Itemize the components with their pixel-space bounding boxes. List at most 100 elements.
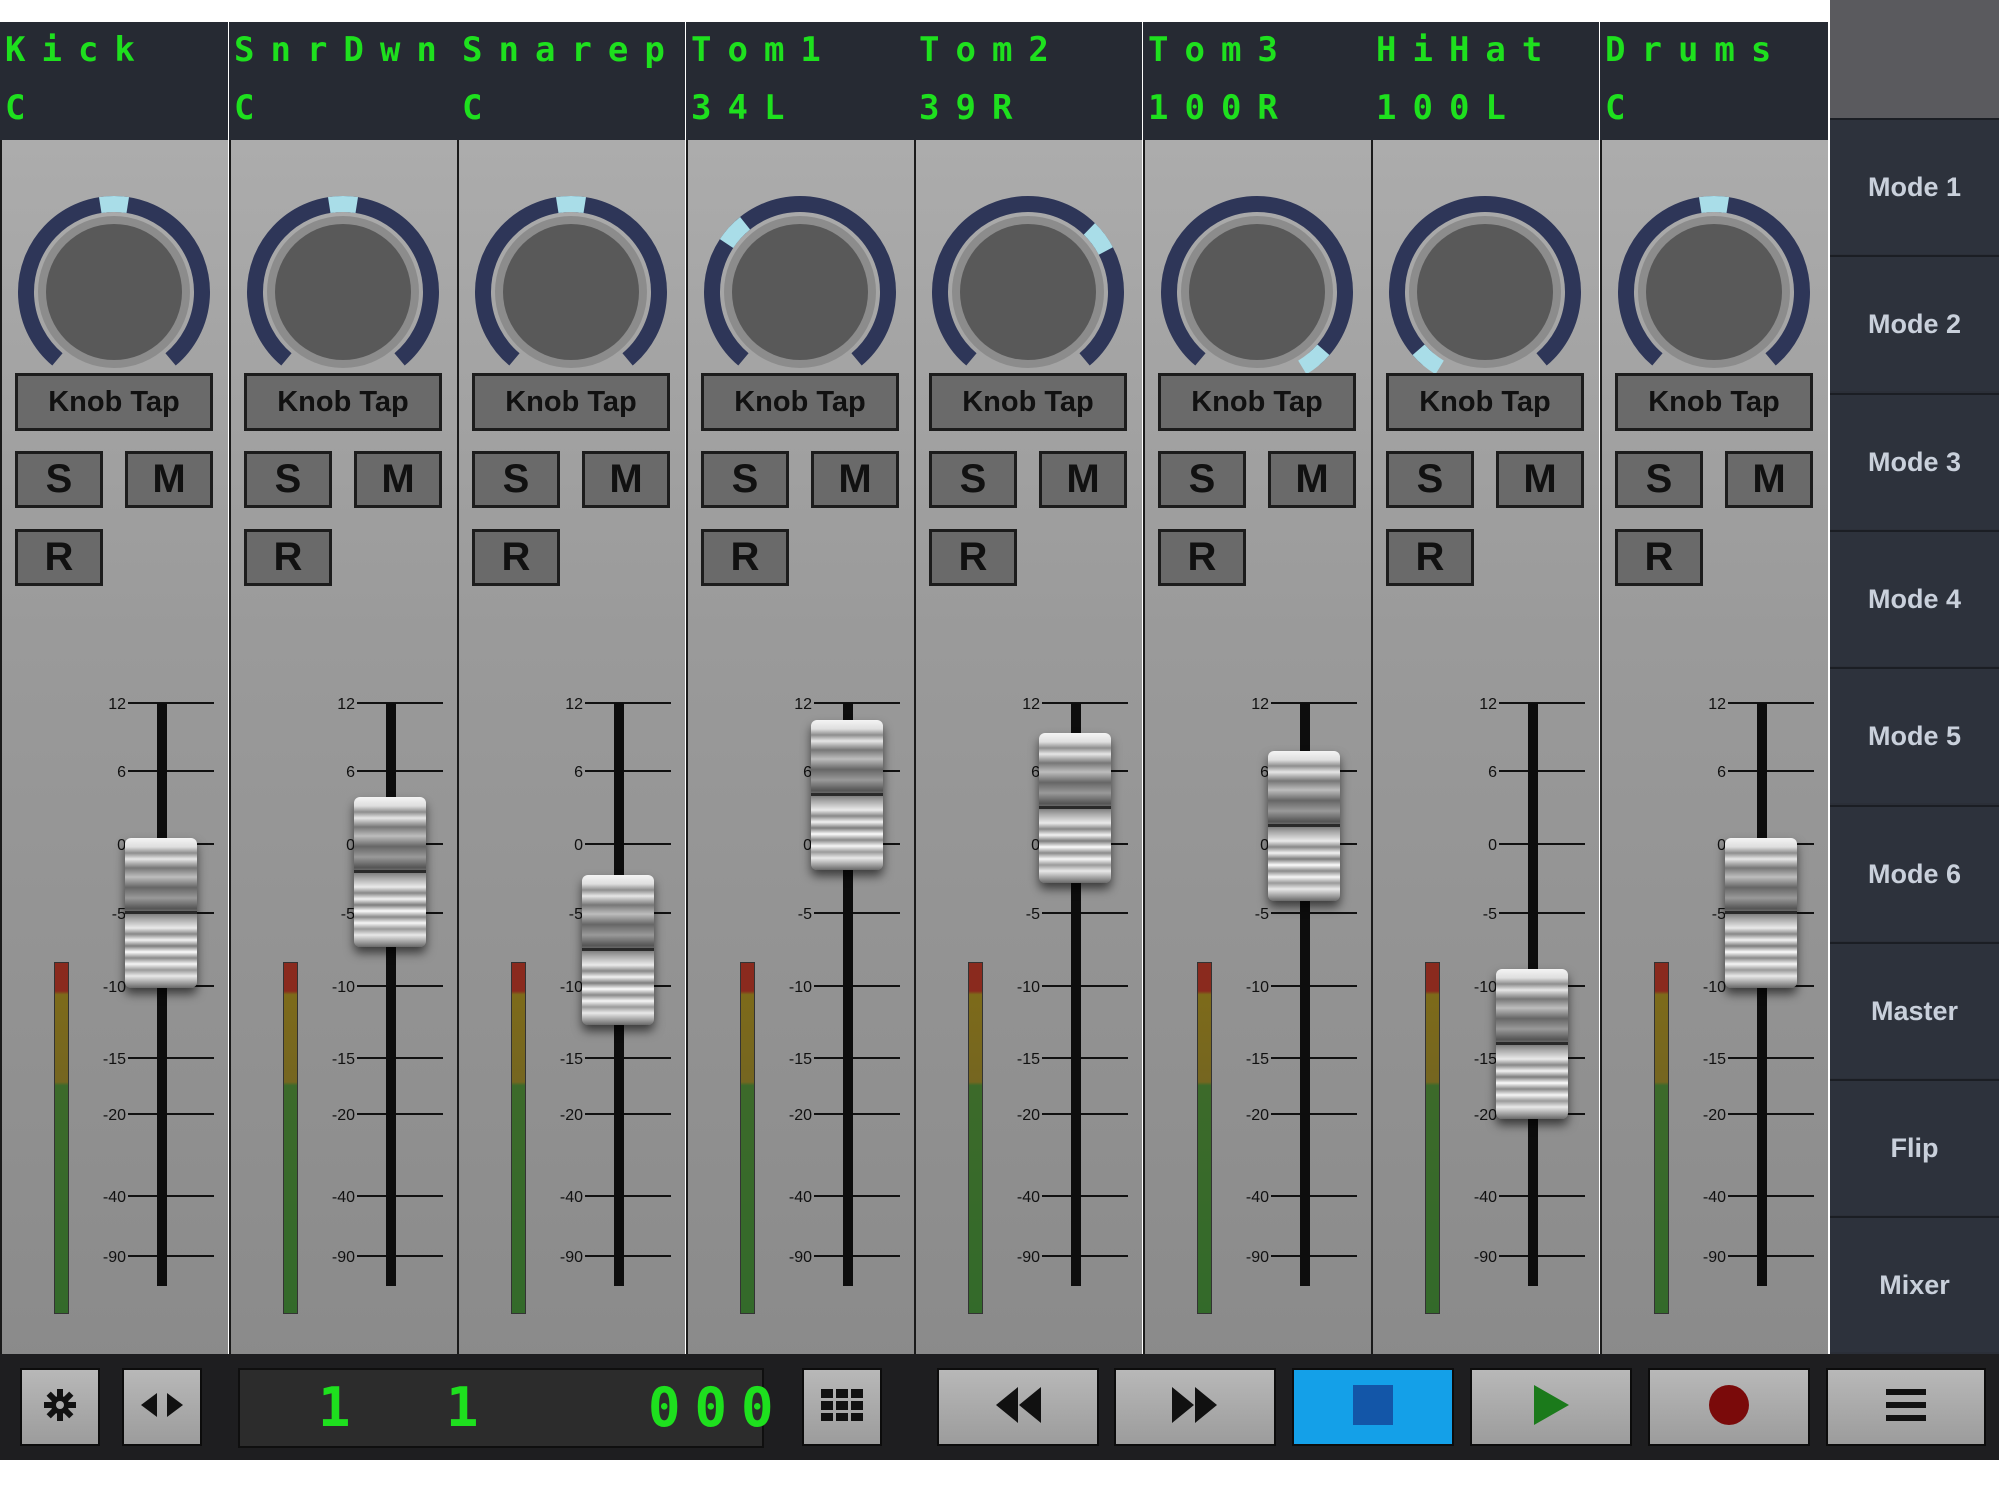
knob-cap <box>275 224 411 360</box>
fader-track[interactable] <box>157 703 167 1286</box>
mute-button[interactable]: M <box>1725 451 1813 508</box>
fader-handle[interactable] <box>582 875 654 1025</box>
knob-indicator <box>1083 223 1113 255</box>
record-arm-button[interactable]: R <box>1386 529 1474 586</box>
fader-handle[interactable] <box>1496 969 1568 1119</box>
solo-button[interactable]: S <box>1386 451 1474 508</box>
mode-button[interactable]: Mode 6 <box>1830 805 1999 941</box>
solo-button[interactable]: S <box>472 451 560 508</box>
channel-name: Kick <box>5 30 151 70</box>
pan-knob[interactable] <box>14 192 214 392</box>
mute-button[interactable]: M <box>1268 451 1356 508</box>
pan-knob[interactable] <box>243 192 443 392</box>
mode-button[interactable]: Mode 2 <box>1830 255 1999 391</box>
solo-button[interactable]: S <box>244 451 332 508</box>
fader-handle[interactable] <box>354 797 426 947</box>
scale-tick-label: -10 <box>103 979 126 996</box>
stop-button[interactable] <box>1292 1368 1454 1446</box>
channel-strip: Knob Tap S M R 12 6 0 -5 -10 -15 -20 -40 -90 <box>1600 140 1828 1376</box>
record-arm-button[interactable]: R <box>1615 529 1703 586</box>
knob-tap-button[interactable]: Knob Tap <box>1615 373 1813 431</box>
scale-tick-label: -40 <box>1246 1189 1269 1206</box>
solo-button[interactable]: S <box>701 451 789 508</box>
knob-tap-button[interactable]: Knob Tap <box>701 373 899 431</box>
knob-tap-button[interactable]: Knob Tap <box>472 373 670 431</box>
record-arm-button[interactable]: R <box>244 529 332 586</box>
play-button[interactable] <box>1470 1368 1632 1446</box>
knob-tap-button[interactable]: Knob Tap <box>15 373 213 431</box>
left-right-toggle-button[interactable] <box>122 1368 202 1446</box>
channel-name: Tom1 <box>691 30 837 70</box>
scale-tick-label: -40 <box>1474 1189 1497 1206</box>
mode-button[interactable]: Flip <box>1830 1079 1999 1215</box>
record-arm-button[interactable]: R <box>1158 529 1246 586</box>
knob-tap-button[interactable]: Knob Tap <box>1386 373 1584 431</box>
mute-button[interactable]: M <box>1039 451 1127 508</box>
fader-track[interactable] <box>386 703 396 1286</box>
fader-handle[interactable] <box>125 838 197 988</box>
menu-button[interactable] <box>1826 1368 1986 1446</box>
channel-pan-value: C <box>234 88 271 128</box>
record-arm-button[interactable]: R <box>929 529 1017 586</box>
knob-indicator <box>719 216 751 249</box>
mute-button[interactable]: M <box>354 451 442 508</box>
mode-button[interactable]: Mode 3 <box>1830 393 1999 529</box>
mode-button[interactable]: Mode 4 <box>1830 530 1999 666</box>
knob-tap-button[interactable]: Knob Tap <box>1158 373 1356 431</box>
mute-button[interactable]: M <box>1496 451 1584 508</box>
fader-track[interactable] <box>1757 703 1767 1286</box>
scale-tick-label: 0 <box>1488 837 1497 854</box>
corner-panel <box>1830 0 1999 118</box>
record-arm-button[interactable]: R <box>472 529 560 586</box>
mode-button[interactable]: Master <box>1830 942 1999 1078</box>
channel-header: Kick C <box>0 22 228 140</box>
scale-tick-label: -90 <box>789 1249 812 1266</box>
knob-tap-button[interactable]: Knob Tap <box>244 373 442 431</box>
mute-button[interactable]: M <box>582 451 670 508</box>
solo-button[interactable]: S <box>1158 451 1246 508</box>
knob-indicator <box>1698 196 1730 214</box>
pan-knob[interactable] <box>1385 192 1585 392</box>
fader-handle[interactable] <box>811 720 883 870</box>
solo-button[interactable]: S <box>15 451 103 508</box>
pan-knob[interactable] <box>1157 192 1357 392</box>
fader-handle[interactable] <box>1039 733 1111 883</box>
scale-tick-label: -15 <box>789 1051 812 1068</box>
fast-forward-button[interactable] <box>1114 1368 1276 1446</box>
scale-tick-label: -90 <box>103 1249 126 1266</box>
record-arm-button[interactable]: R <box>15 529 103 586</box>
scale-tick-label: -15 <box>1017 1051 1040 1068</box>
channel-strip: Knob Tap S M R 12 6 0 -5 -10 -15 -20 -40 -90 <box>0 140 228 1376</box>
rewind-button[interactable] <box>937 1368 1099 1446</box>
mixer-surface: Kick C Knob Tap S M R 12 6 0 -5 -10 -15 -20 -40 -90 Sn… <box>0 22 1999 1482</box>
mute-button[interactable]: M <box>125 451 213 508</box>
scale-tick-label: -20 <box>1703 1107 1726 1124</box>
scale-tick-label: -10 <box>1246 979 1269 996</box>
level-meter <box>740 962 755 1314</box>
grid-button[interactable] <box>802 1368 882 1446</box>
scale-tick-label: 0 <box>574 837 583 854</box>
solo-button[interactable]: S <box>1615 451 1703 508</box>
channel-pan-value: 39R <box>919 88 1029 128</box>
scale-tick-label: -90 <box>1246 1249 1269 1266</box>
pan-knob[interactable] <box>471 192 671 392</box>
mode-button[interactable]: Mixer <box>1830 1216 1999 1352</box>
channel-strip: Knob Tap S M R 12 6 0 -5 -10 -15 -20 -40 -90 <box>1143 140 1371 1376</box>
scale-tick-label: -15 <box>103 1051 126 1068</box>
settings-button[interactable] <box>20 1368 100 1446</box>
pan-knob[interactable] <box>1614 192 1814 392</box>
solo-button[interactable]: S <box>929 451 1017 508</box>
knob-tap-button[interactable]: Knob Tap <box>929 373 1127 431</box>
fader-handle[interactable] <box>1268 751 1340 901</box>
channel-pan-value: C <box>462 88 499 128</box>
scale-tick-label: 12 <box>108 696 126 713</box>
record-arm-button[interactable]: R <box>701 529 789 586</box>
mode-button[interactable]: Mode 1 <box>1830 118 1999 254</box>
pan-knob[interactable] <box>700 192 900 392</box>
channel-name: Snarep <box>462 30 681 70</box>
record-button[interactable] <box>1648 1368 1810 1446</box>
fader-handle[interactable] <box>1725 838 1797 988</box>
pan-knob[interactable] <box>928 192 1128 392</box>
mode-button[interactable]: Mode 5 <box>1830 667 1999 803</box>
mute-button[interactable]: M <box>811 451 899 508</box>
